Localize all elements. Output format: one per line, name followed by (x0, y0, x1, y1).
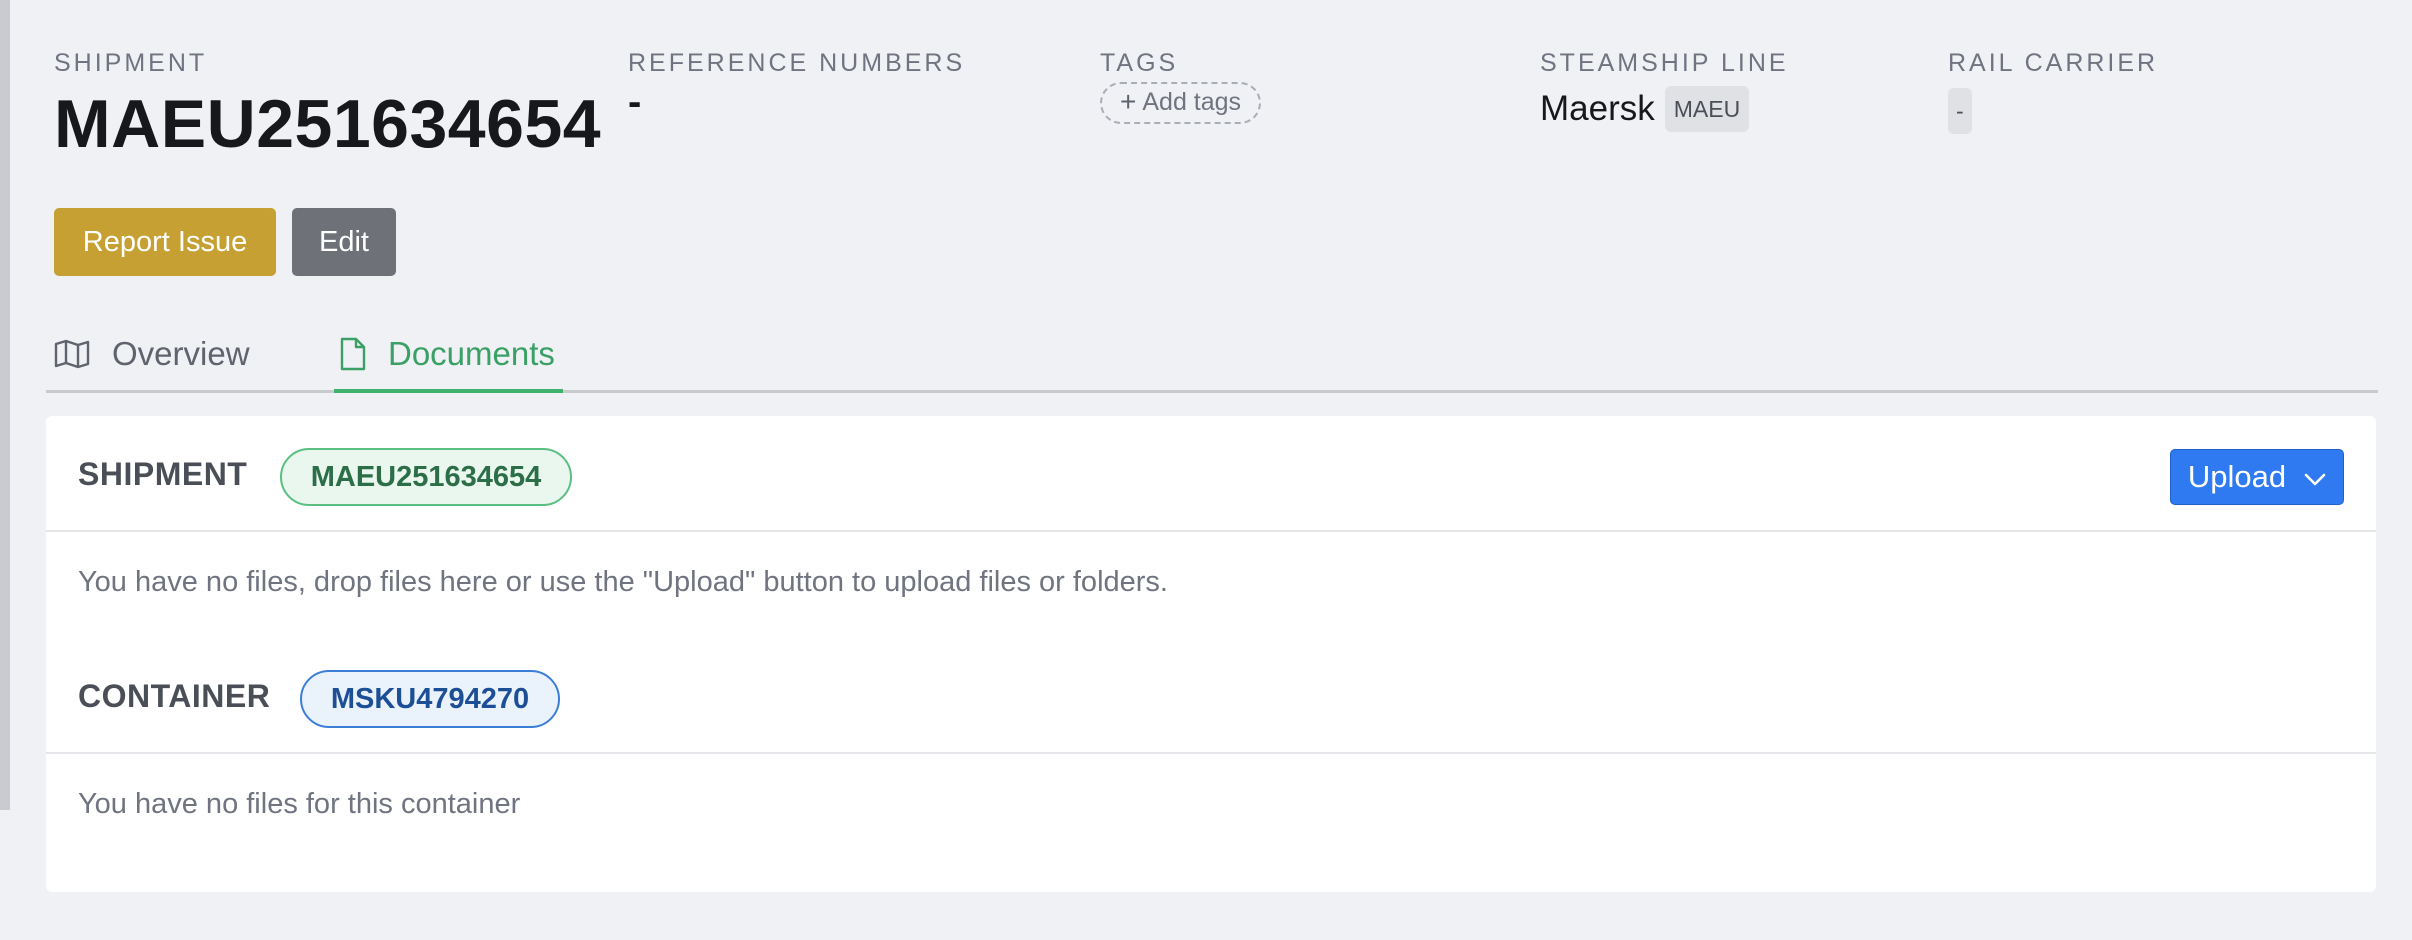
steamship-line-name: Maersk (1540, 89, 1655, 128)
left-edge-strip (0, 0, 10, 810)
steamship-line-field: STEAMSHIP LINE Maersk MAEU (1540, 48, 1789, 132)
shipment-empty-message: You have no files, drop files here or us… (78, 566, 1168, 598)
scac-badge: MAEU (1664, 86, 1750, 132)
steamship-line-value: Maersk MAEU (1540, 86, 1789, 132)
shipment-number-badge[interactable]: MAEU251634654 (280, 448, 572, 506)
shipment-label: SHIPMENT (54, 49, 208, 77)
add-tags-label: Add tags (1142, 88, 1242, 116)
container-section-title: CONTAINER (78, 678, 271, 714)
rail-carrier-value: - (1948, 88, 1972, 134)
rail-carrier-label: RAIL CARRIER (1948, 49, 2159, 77)
shipment-number: MAEU251634654 (54, 86, 602, 162)
edit-button[interactable]: Edit (292, 208, 396, 276)
tags-label: TAGS (1100, 49, 1179, 77)
container-number-badge[interactable]: MSKU4794270 (300, 670, 560, 728)
report-issue-button[interactable]: Report Issue (54, 208, 276, 276)
chevron-down-icon (2304, 459, 2326, 495)
steamship-line-label: STEAMSHIP LINE (1540, 49, 1789, 77)
shipment-page: SHIPMENT MAEU251634654 REFERENCE NUMBERS… (46, 0, 2378, 892)
container-empty-message: You have no files for this container (78, 788, 521, 820)
container-documents-header: CONTAINER MSKU4794270 (46, 638, 2376, 754)
tags-field: TAGS + Add tags (1100, 48, 1262, 124)
shipment-documents-header: SHIPMENT MAEU251634654 Upload (46, 416, 2376, 532)
plus-icon: + (1120, 86, 1137, 117)
shipment-section-title: SHIPMENT (78, 456, 248, 492)
rail-carrier-field: RAIL CARRIER - (1948, 48, 2158, 134)
shipment-summary: SHIPMENT MAEU251634654 REFERENCE NUMBERS… (46, 0, 2378, 190)
add-tags-button[interactable]: + Add tags (1100, 82, 1262, 124)
tab-bar: Overview Documents (46, 318, 2378, 393)
shipment-field: SHIPMENT MAEU251634654 (54, 48, 601, 164)
document-icon (340, 337, 366, 371)
reference-numbers-value: - (628, 80, 642, 124)
reference-numbers-label: REFERENCE NUMBERS (628, 49, 966, 77)
tab-documents-label: Documents (388, 334, 555, 372)
tab-overview[interactable]: Overview (54, 318, 250, 390)
documents-card: SHIPMENT MAEU251634654 Upload You have n… (46, 416, 2376, 892)
map-icon (54, 339, 90, 369)
tab-overview-label: Overview (112, 335, 250, 372)
upload-label: Upload (2187, 459, 2287, 494)
reference-numbers-field: REFERENCE NUMBERS - (628, 48, 965, 122)
tab-documents[interactable]: Documents (334, 318, 563, 393)
upload-button[interactable]: Upload (2170, 449, 2344, 505)
action-buttons: Report Issue Edit (54, 208, 396, 276)
